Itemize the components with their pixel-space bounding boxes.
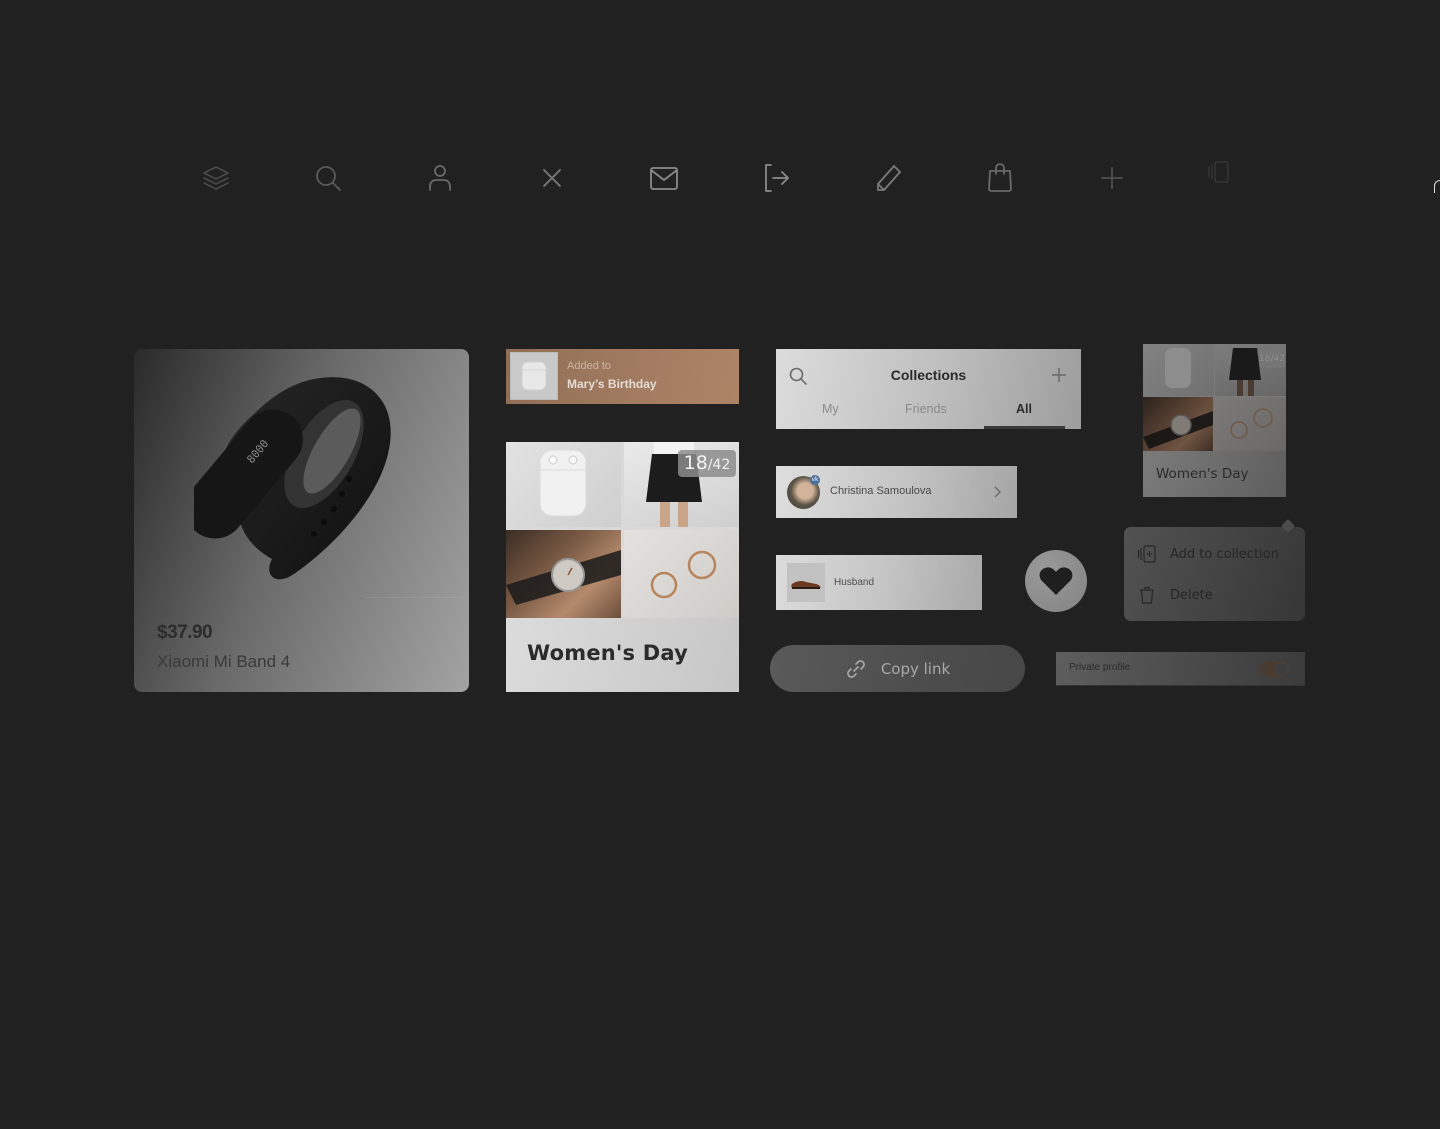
count-total: 42 [712, 457, 731, 473]
menu-item-add-to-collection[interactable]: Add to collection [1124, 536, 1305, 572]
product-name: Xiaomi Mi Band 4 [157, 652, 291, 671]
vk-badge-icon: vk [810, 475, 820, 485]
earrings-image [1214, 397, 1286, 451]
plus-icon[interactable] [1094, 160, 1130, 196]
tab-all[interactable]: All [1016, 402, 1032, 416]
private-profile-label: Private profile [1069, 662, 1131, 673]
earrings-image [624, 530, 739, 618]
shoe-thumbnail [787, 563, 825, 602]
collection-title: Women's Day [1156, 466, 1249, 482]
count-current: 18 [683, 452, 708, 474]
search-icon[interactable] [310, 160, 346, 196]
added-to-collection-toast[interactable]: Added to Mary’s Birthday [506, 349, 739, 404]
added-target-collection: Mary’s Birthday [567, 377, 657, 391]
layers-icon[interactable] [198, 160, 234, 196]
tab-friends[interactable]: Friends [905, 402, 947, 416]
item-count-badge: 18/42 [1259, 350, 1285, 368]
friend-list-item[interactable]: vk Christina Samoulova [776, 466, 1017, 518]
logout-icon[interactable] [758, 160, 794, 196]
chevron-right-icon [994, 486, 1001, 498]
airpods-image [506, 442, 621, 527]
product-card[interactable]: 8000 $37.90 Xiaomi Mi Band 4 [134, 349, 469, 692]
watch-image [506, 530, 621, 618]
item-count-badge: 18/42 [678, 450, 736, 477]
cropped-icon-edge [1434, 180, 1440, 193]
plus-icon[interactable] [1050, 366, 1068, 384]
menu-item-label: Add to collection [1170, 546, 1279, 562]
tab-my[interactable]: My [822, 402, 839, 416]
collections-header: Collections My Friends All [776, 349, 1081, 429]
collection-card-dimmed[interactable]: 18/42 Women's Day [1143, 344, 1286, 497]
copy-link-label: Copy link [880, 659, 951, 678]
collection-footer: Women's Day [1143, 451, 1286, 497]
watch-image [1143, 397, 1213, 451]
product-price: $37.90 [157, 622, 213, 643]
card-divider [364, 597, 465, 598]
mail-icon[interactable] [646, 160, 682, 196]
private-profile-setting: Private profile [1056, 652, 1305, 686]
menu-item-label: Delete [1170, 587, 1213, 603]
context-menu: Add to collection Delete [1124, 527, 1305, 621]
close-icon[interactable] [534, 160, 570, 196]
link-icon [846, 659, 865, 678]
heart-icon [1039, 567, 1073, 595]
fitness-band-image: 8000 [194, 377, 391, 580]
add-to-collection-icon [1137, 545, 1156, 563]
collection-title: Women's Day [527, 641, 689, 665]
like-button[interactable] [1025, 550, 1087, 612]
friend-name: Christina Samoulova [830, 485, 932, 497]
collection-footer: Women's Day [506, 618, 739, 692]
airpods-thumbnail [510, 352, 558, 400]
copy-link-button[interactable]: Copy link [770, 645, 1025, 692]
menu-item-delete[interactable]: Delete [1124, 577, 1305, 613]
collection-list-item[interactable]: Husband [776, 555, 982, 610]
header-title: Collections [890, 367, 967, 383]
airpods-image [1143, 344, 1214, 396]
private-profile-toggle[interactable] [1260, 661, 1290, 677]
active-tab-indicator [984, 426, 1065, 429]
user-icon[interactable] [422, 160, 458, 196]
trash-icon [1140, 586, 1154, 604]
collection-card[interactable]: 18/42 Women's Day [506, 442, 739, 692]
added-label: Added to [567, 360, 612, 372]
toggle-knob [1275, 662, 1289, 676]
shopping-bag-icon[interactable] [982, 160, 1018, 196]
collection-label: Husband [834, 577, 875, 588]
add-to-collection-icon[interactable] [1202, 156, 1238, 192]
pencil-icon[interactable] [870, 160, 906, 196]
